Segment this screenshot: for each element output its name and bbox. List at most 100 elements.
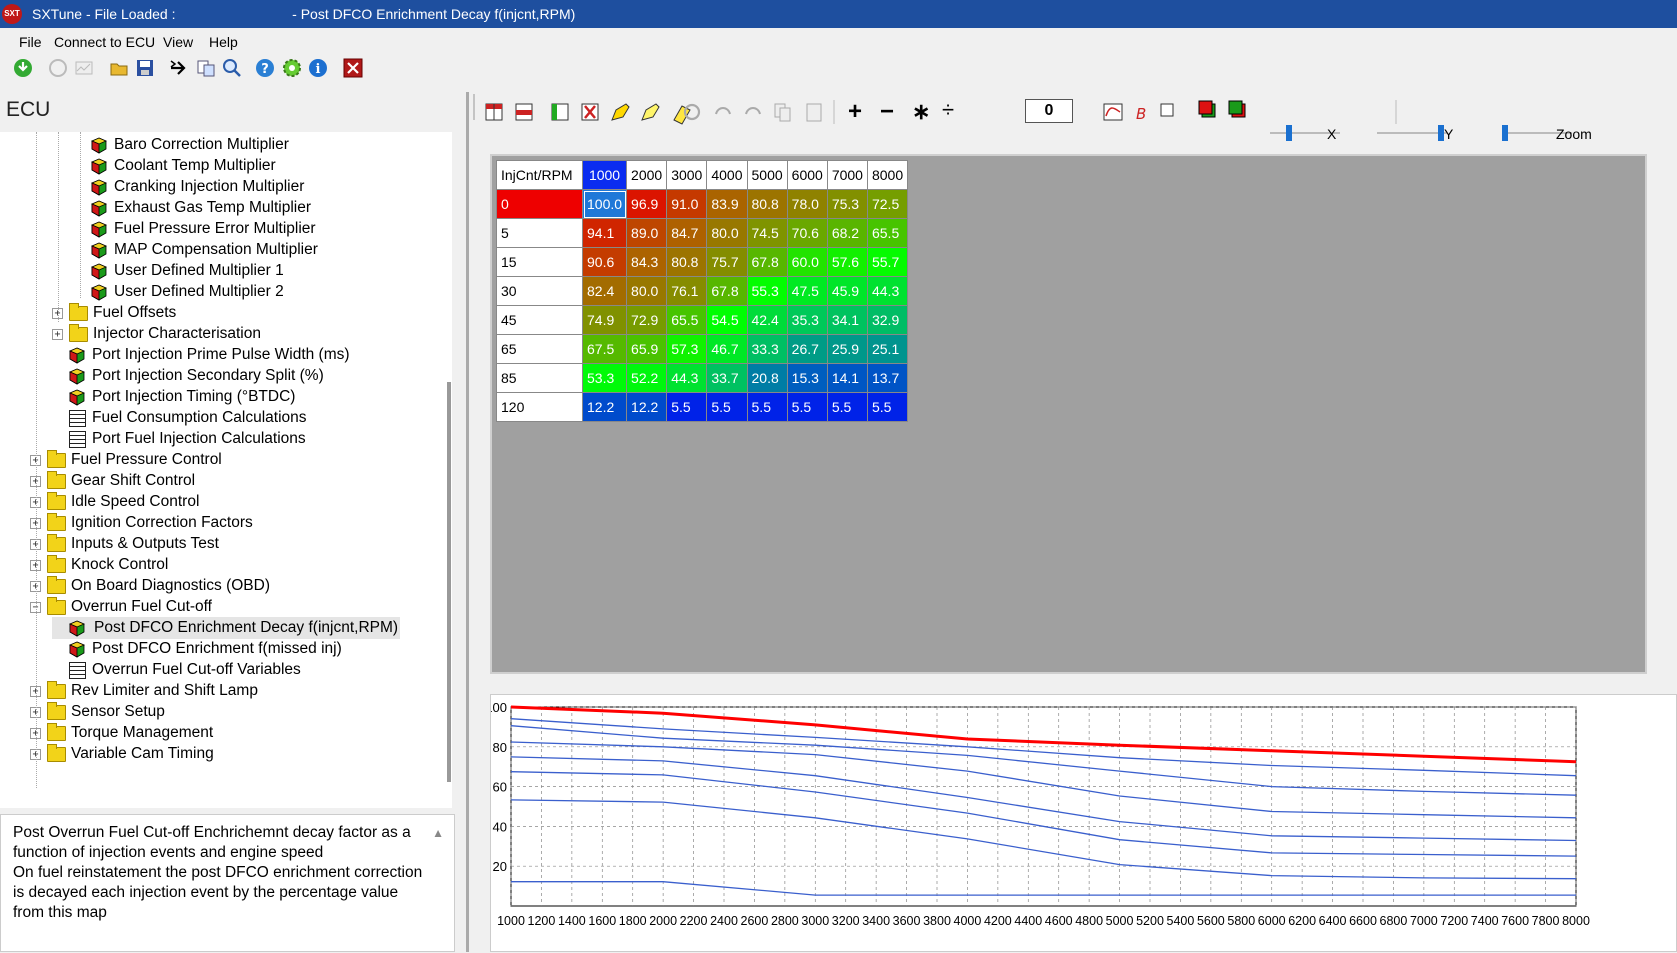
- map-cell[interactable]: 15.3: [786, 363, 828, 393]
- map-cell[interactable]: 47.5: [786, 276, 828, 306]
- map-cell[interactable]: 68.2: [826, 218, 868, 248]
- scroll-up-icon[interactable]: ▲: [432, 823, 444, 843]
- map-cell[interactable]: 82.4: [581, 276, 628, 306]
- map-cell[interactable]: 100.0: [581, 189, 628, 219]
- tree-item[interactable]: + Gear Shift Control: [30, 470, 195, 492]
- injcnt-row-header[interactable]: 0: [496, 189, 583, 219]
- menu-view[interactable]: View: [163, 34, 193, 50]
- tree-item[interactable]: + Rev Limiter and Shift Lamp: [30, 680, 258, 702]
- map-cell[interactable]: 72.5: [866, 189, 909, 219]
- map-cell[interactable]: 44.3: [866, 276, 909, 306]
- map-cell[interactable]: 46.7: [706, 334, 748, 364]
- expand-toggle-icon[interactable]: +: [52, 328, 63, 340]
- map-cell[interactable]: 70.6: [786, 218, 828, 248]
- map-cell[interactable]: 74.5: [746, 218, 788, 248]
- tree-item[interactable]: + Variable Cam Timing: [30, 743, 214, 765]
- map-cell[interactable]: 5.5: [666, 392, 708, 422]
- map-cell[interactable]: 84.7: [666, 218, 708, 248]
- disconnect-icon[interactable]: [47, 57, 69, 79]
- map-cell[interactable]: 25.9: [826, 334, 868, 364]
- tree-item[interactable]: Exhaust Gas Temp Multiplier: [74, 197, 311, 219]
- tree-item[interactable]: Port Fuel Injection Calculations: [52, 428, 306, 450]
- map-cell[interactable]: 78.0: [786, 189, 828, 219]
- copy-icon[interactable]: [774, 103, 791, 122]
- map-cell[interactable]: 53.3: [581, 363, 628, 393]
- scrollbar-thumb[interactable]: [447, 382, 451, 782]
- tree-item[interactable]: + Fuel Offsets: [52, 302, 176, 324]
- go-to-icon[interactable]: [168, 57, 190, 79]
- map-cell[interactable]: 74.9: [581, 305, 628, 335]
- injcnt-row-header[interactable]: 30: [496, 276, 583, 306]
- map-cell[interactable]: 80.8: [746, 189, 788, 219]
- tree-item[interactable]: + Idle Speed Control: [30, 491, 199, 513]
- injcnt-row-header[interactable]: 45: [496, 305, 583, 335]
- tree-item[interactable]: Cranking Injection Multiplier: [74, 176, 304, 198]
- map-cell[interactable]: 90.6: [581, 247, 628, 277]
- map-cell[interactable]: 25.1: [866, 334, 909, 364]
- delete-column-icon[interactable]: [581, 103, 599, 121]
- map-cell[interactable]: 12.2: [626, 392, 668, 422]
- tree-item[interactable]: MAP Compensation Multiplier: [74, 239, 318, 261]
- no-graph-icon[interactable]: B: [1136, 105, 1146, 123]
- map-cell[interactable]: 5.5: [706, 392, 748, 422]
- rpm-column-header[interactable]: 8000: [866, 160, 909, 190]
- map-cell[interactable]: 57.6: [826, 247, 868, 277]
- edit-pencil-alt-icon[interactable]: [641, 103, 660, 121]
- search-icon[interactable]: [221, 57, 243, 79]
- map-cell[interactable]: 45.9: [826, 276, 868, 306]
- map-cell[interactable]: 80.0: [706, 218, 748, 248]
- map-cell[interactable]: 94.1: [581, 218, 628, 248]
- map-cell[interactable]: 75.7: [706, 247, 748, 277]
- map-cell[interactable]: 5.5: [746, 392, 788, 422]
- rpm-column-header[interactable]: 1000: [581, 160, 628, 190]
- help-icon[interactable]: ?: [254, 57, 276, 79]
- info-icon[interactable]: i: [307, 57, 329, 79]
- map-cell[interactable]: 96.9: [626, 189, 668, 219]
- map-cell[interactable]: 72.9: [626, 305, 668, 335]
- rpm-column-header[interactable]: 2000: [626, 160, 668, 190]
- map-cell[interactable]: 65.9: [626, 334, 668, 364]
- map-cell[interactable]: 76.1: [666, 276, 708, 306]
- edit-pencil-icon[interactable]: [611, 103, 630, 121]
- tree-item[interactable]: Port Injection Secondary Split (%): [52, 365, 324, 387]
- 3d-view-icon[interactable]: [1198, 100, 1216, 118]
- tree-item[interactable]: + On Board Diagnostics (OBD): [30, 575, 270, 597]
- compare-icon[interactable]: [195, 57, 217, 79]
- map-cell[interactable]: 55.3: [746, 276, 788, 306]
- y-slider[interactable]: [1377, 125, 1447, 141]
- tree-item[interactable]: + Ignition Correction Factors: [30, 512, 253, 534]
- tree-item[interactable]: + Injector Characterisation: [52, 323, 261, 345]
- map-cell[interactable]: 35.3: [786, 305, 828, 335]
- map-cell[interactable]: 84.3: [626, 247, 668, 277]
- tree-item[interactable]: Port Injection Prime Pulse Width (ms): [52, 344, 350, 366]
- menu-connect-to-ecu[interactable]: Connect to ECU: [54, 34, 155, 50]
- injcnt-row-header[interactable]: 5: [496, 218, 583, 248]
- map-cell[interactable]: 67.5: [581, 334, 628, 364]
- tree-item[interactable]: Post DFCO Enrichment Decay f(injcnt,RPM): [52, 617, 401, 639]
- rpm-column-header[interactable]: 6000: [786, 160, 828, 190]
- map-cell[interactable]: 80.0: [626, 276, 668, 306]
- map-cell[interactable]: 55.7: [866, 247, 909, 277]
- map-cell[interactable]: 5.5: [866, 392, 909, 422]
- map-cell[interactable]: 33.7: [706, 363, 748, 393]
- map-cell[interactable]: 91.0: [666, 189, 708, 219]
- tree-item[interactable]: Fuel Consumption Calculations: [52, 407, 307, 429]
- op-divide-button[interactable]: ÷: [942, 97, 954, 123]
- tree-item[interactable]: + Knock Control: [30, 554, 168, 576]
- map-cell[interactable]: 33.3: [746, 334, 788, 364]
- graph-view-icon[interactable]: [1103, 103, 1123, 121]
- menu-help[interactable]: Help: [209, 34, 238, 50]
- tree-item[interactable]: Coolant Temp Multiplier: [74, 155, 276, 177]
- undo-icon[interactable]: [715, 107, 731, 115]
- tree-item[interactable]: User Defined Multiplier 2: [74, 281, 284, 303]
- eraser-icon[interactable]: [673, 105, 691, 125]
- map-cell[interactable]: 52.2: [626, 363, 668, 393]
- map-cell[interactable]: 26.7: [786, 334, 828, 364]
- menu-file[interactable]: File: [19, 34, 42, 50]
- map-cell[interactable]: 65.5: [666, 305, 708, 335]
- rpm-column-header[interactable]: 5000: [746, 160, 788, 190]
- tree-item[interactable]: Port Injection Timing (°BTDC): [52, 386, 295, 408]
- paste-icon[interactable]: [806, 103, 822, 122]
- 3d-surface-icon[interactable]: [1228, 100, 1246, 118]
- tree-item[interactable]: Baro Correction Multiplier: [74, 134, 289, 156]
